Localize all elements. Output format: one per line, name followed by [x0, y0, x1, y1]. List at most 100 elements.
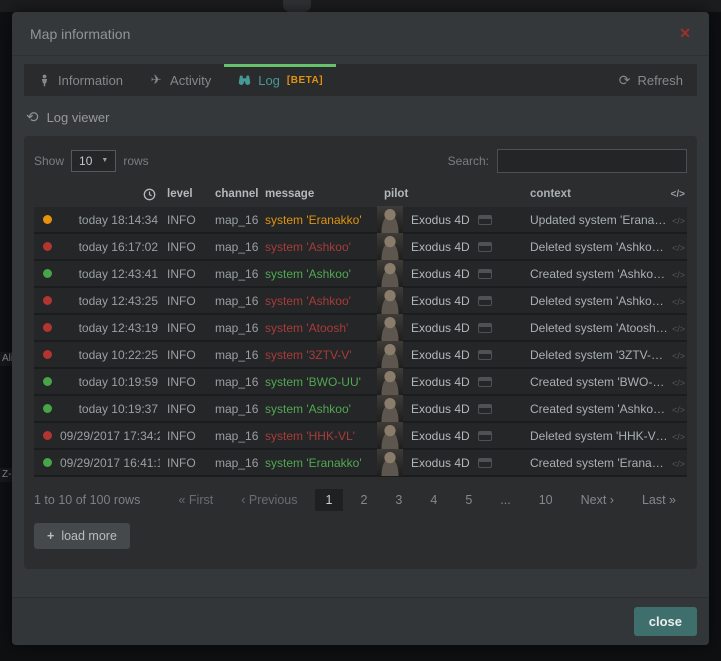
- header-pilot[interactable]: pilot: [377, 188, 523, 200]
- row-channel: map_16: [208, 375, 258, 389]
- next-page-button[interactable]: Next ›: [570, 489, 625, 511]
- page-button-3[interactable]: 3: [384, 489, 413, 511]
- code-icon: </>: [672, 324, 685, 334]
- row-level: INFO: [160, 213, 208, 227]
- plane-icon: ✈: [149, 73, 163, 87]
- header-level[interactable]: level: [160, 188, 208, 200]
- table-row[interactable]: today 18:14:34 INFO map_16 system 'Erana…: [34, 207, 687, 234]
- page-button-1[interactable]: 1: [315, 489, 344, 511]
- tab-label: Information: [58, 73, 123, 88]
- load-more-label: load more: [61, 529, 117, 543]
- pilot-avatar: [377, 449, 403, 476]
- status-dot: [43, 269, 52, 278]
- row-context: Updated system 'Eranakk...: [523, 213, 668, 227]
- code-icon[interactable]: </>: [671, 189, 685, 200]
- pilot-name: Exodus 4D: [411, 321, 470, 335]
- page-button-10[interactable]: 10: [528, 489, 564, 511]
- code-icon: </>: [672, 270, 685, 280]
- table-row[interactable]: 09/29/2017 16:41:17 INFO map_16 system '…: [34, 450, 687, 477]
- table-row[interactable]: today 16:17:02 INFO map_16 system 'Ashko…: [34, 234, 687, 261]
- close-button[interactable]: close: [634, 607, 697, 636]
- close-icon[interactable]: ✕: [679, 25, 691, 42]
- refresh-icon: ⟳: [619, 72, 631, 89]
- row-context: Created system 'Ashkoo' ...: [523, 267, 668, 281]
- header-message[interactable]: message: [258, 188, 377, 200]
- show-label: Show: [34, 154, 64, 168]
- row-channel: map_16: [208, 267, 258, 281]
- pagination-summary: 1 to 10 of 100 rows: [34, 493, 140, 507]
- last-page-button[interactable]: Last »: [631, 489, 687, 511]
- page-button-5[interactable]: 5: [454, 489, 483, 511]
- row-context: Deleted system 'HHK-VL' ...: [523, 429, 668, 443]
- dialog-title: Map information: [30, 26, 130, 42]
- pilot-avatar: [377, 206, 403, 233]
- page-button-4[interactable]: 4: [419, 489, 448, 511]
- status-dot: [43, 458, 52, 467]
- row-channel: map_16: [208, 402, 258, 416]
- header-channel[interactable]: channel: [208, 188, 258, 200]
- table-row[interactable]: today 12:43:25 INFO map_16 system 'Ashko…: [34, 288, 687, 315]
- dialog-body: Information ✈ Activity Log [BETA] ⟳ Refr…: [12, 56, 709, 597]
- load-more-button[interactable]: + load more: [34, 523, 130, 549]
- row-time: today 12:43:19: [60, 321, 160, 335]
- row-channel: map_16: [208, 429, 258, 443]
- table-row[interactable]: 09/29/2017 17:34:25 INFO map_16 system '…: [34, 423, 687, 450]
- row-context: Created system 'Ashkoo' ...: [523, 402, 668, 416]
- page-ellipsis: ...: [489, 489, 521, 511]
- clock-icon[interactable]: [60, 188, 160, 201]
- dialog-footer: close: [12, 597, 709, 645]
- previous-page-button[interactable]: ‹ Previous: [230, 489, 308, 511]
- row-message: system 'Eranakko': [258, 213, 377, 227]
- row-message: system 'Atoosh': [258, 321, 377, 335]
- table-row[interactable]: today 10:22:25 INFO map_16 system '3ZTV-…: [34, 342, 687, 369]
- portrait-card-icon: [478, 404, 492, 414]
- status-dot: [43, 431, 52, 440]
- status-dot: [43, 404, 52, 413]
- pilot-avatar: [377, 287, 403, 314]
- row-channel: map_16: [208, 321, 258, 335]
- pilot-name: Exodus 4D: [411, 402, 470, 416]
- portrait-card-icon: [478, 350, 492, 360]
- portrait-card-icon: [478, 242, 492, 252]
- pilot-avatar: [377, 422, 403, 449]
- log-table: level channel message pilot context </> …: [34, 183, 687, 477]
- tab-information[interactable]: Information: [24, 64, 136, 96]
- search-input[interactable]: [497, 149, 687, 173]
- row-channel: map_16: [208, 294, 258, 308]
- row-channel: map_16: [208, 456, 258, 470]
- page-size-select[interactable]: 10 ▼: [71, 150, 116, 172]
- table-row[interactable]: today 10:19:37 INFO map_16 system 'Ashko…: [34, 396, 687, 423]
- pilot-avatar: [377, 341, 403, 368]
- refresh-label: Refresh: [637, 73, 683, 88]
- page-size-control: Show 10 ▼ rows: [34, 150, 149, 172]
- tab-log[interactable]: Log [BETA]: [224, 64, 336, 96]
- row-time: today 16:17:02: [60, 240, 160, 254]
- code-icon: </>: [672, 405, 685, 415]
- table-row[interactable]: today 12:43:19 INFO map_16 system 'Atoos…: [34, 315, 687, 342]
- table-row[interactable]: today 10:19:59 INFO map_16 system 'BWO-U…: [34, 369, 687, 396]
- table-row[interactable]: today 12:43:41 INFO map_16 system 'Ashko…: [34, 261, 687, 288]
- row-level: INFO: [160, 429, 208, 443]
- status-dot: [43, 215, 52, 224]
- row-message: system 'BWO-UU': [258, 375, 377, 389]
- header-context[interactable]: context: [523, 188, 668, 200]
- row-context: Deleted system 'Ashkoo' ...: [523, 240, 668, 254]
- page-size-value: 10: [79, 154, 92, 168]
- page-button-2[interactable]: 2: [349, 489, 378, 511]
- row-time: 09/29/2017 16:41:17: [60, 456, 160, 470]
- tab-bar: Information ✈ Activity Log [BETA] ⟳ Refr…: [24, 64, 697, 96]
- pilot-avatar: [377, 368, 403, 395]
- pilot-avatar: [377, 233, 403, 260]
- pilot-avatar: [377, 260, 403, 287]
- row-message: system 'Ashkoo': [258, 294, 377, 308]
- pilot-avatar: [377, 314, 403, 341]
- chevron-down-icon: ▼: [101, 157, 108, 164]
- row-context: Deleted system 'Atoosh' #...: [523, 321, 668, 335]
- row-level: INFO: [160, 456, 208, 470]
- first-page-button[interactable]: « First: [167, 489, 224, 511]
- refresh-button[interactable]: ⟳ Refresh: [605, 64, 697, 96]
- person-icon: [37, 73, 51, 87]
- rows-label: rows: [123, 154, 148, 168]
- tab-activity[interactable]: ✈ Activity: [136, 64, 224, 96]
- history-icon: ⟲: [26, 108, 39, 126]
